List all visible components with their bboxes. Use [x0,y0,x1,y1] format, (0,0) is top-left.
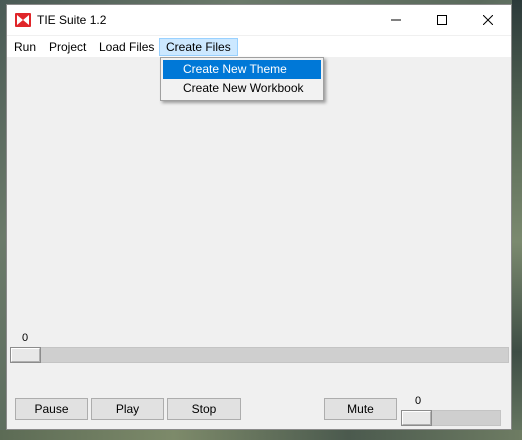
create-files-dropdown: Create New Theme Create New Workbook [160,57,324,101]
app-window: TIE Suite 1.2 Run Project Load Files Cre… [6,4,512,430]
position-slider-track[interactable] [10,347,509,363]
position-slider-thumb[interactable] [10,347,41,363]
close-icon [483,15,493,25]
maximize-button[interactable] [419,5,465,35]
desktop-background-right [512,0,522,440]
menu-item-create-new-workbook[interactable]: Create New Workbook [163,79,321,98]
menu-create-files[interactable]: Create Files [159,38,238,56]
menu-load-files[interactable]: Load Files [93,38,160,56]
tie-suite-logo-icon [15,13,31,27]
maximize-icon [437,15,447,25]
pause-button[interactable]: Pause [15,398,88,420]
position-value-label: 0 [22,332,29,344]
menu-bar: Run Project Load Files Create Files [7,36,511,57]
mute-button[interactable]: Mute [324,398,397,420]
menu-item-create-new-theme[interactable]: Create New Theme [163,60,321,79]
volume-slider-thumb[interactable] [401,410,432,426]
window-title: TIE Suite 1.2 [37,13,107,27]
menu-project[interactable]: Project [43,38,92,56]
play-button[interactable]: Play [91,398,164,420]
stop-button[interactable]: Stop [167,398,241,420]
minimize-button[interactable] [373,5,419,35]
minimize-icon [391,19,401,21]
close-button[interactable] [465,5,511,35]
volume-value-label: 0 [415,395,422,407]
title-bar[interactable]: TIE Suite 1.2 [7,5,511,35]
desktop-background-bottom [0,430,522,440]
menu-run[interactable]: Run [8,38,42,56]
